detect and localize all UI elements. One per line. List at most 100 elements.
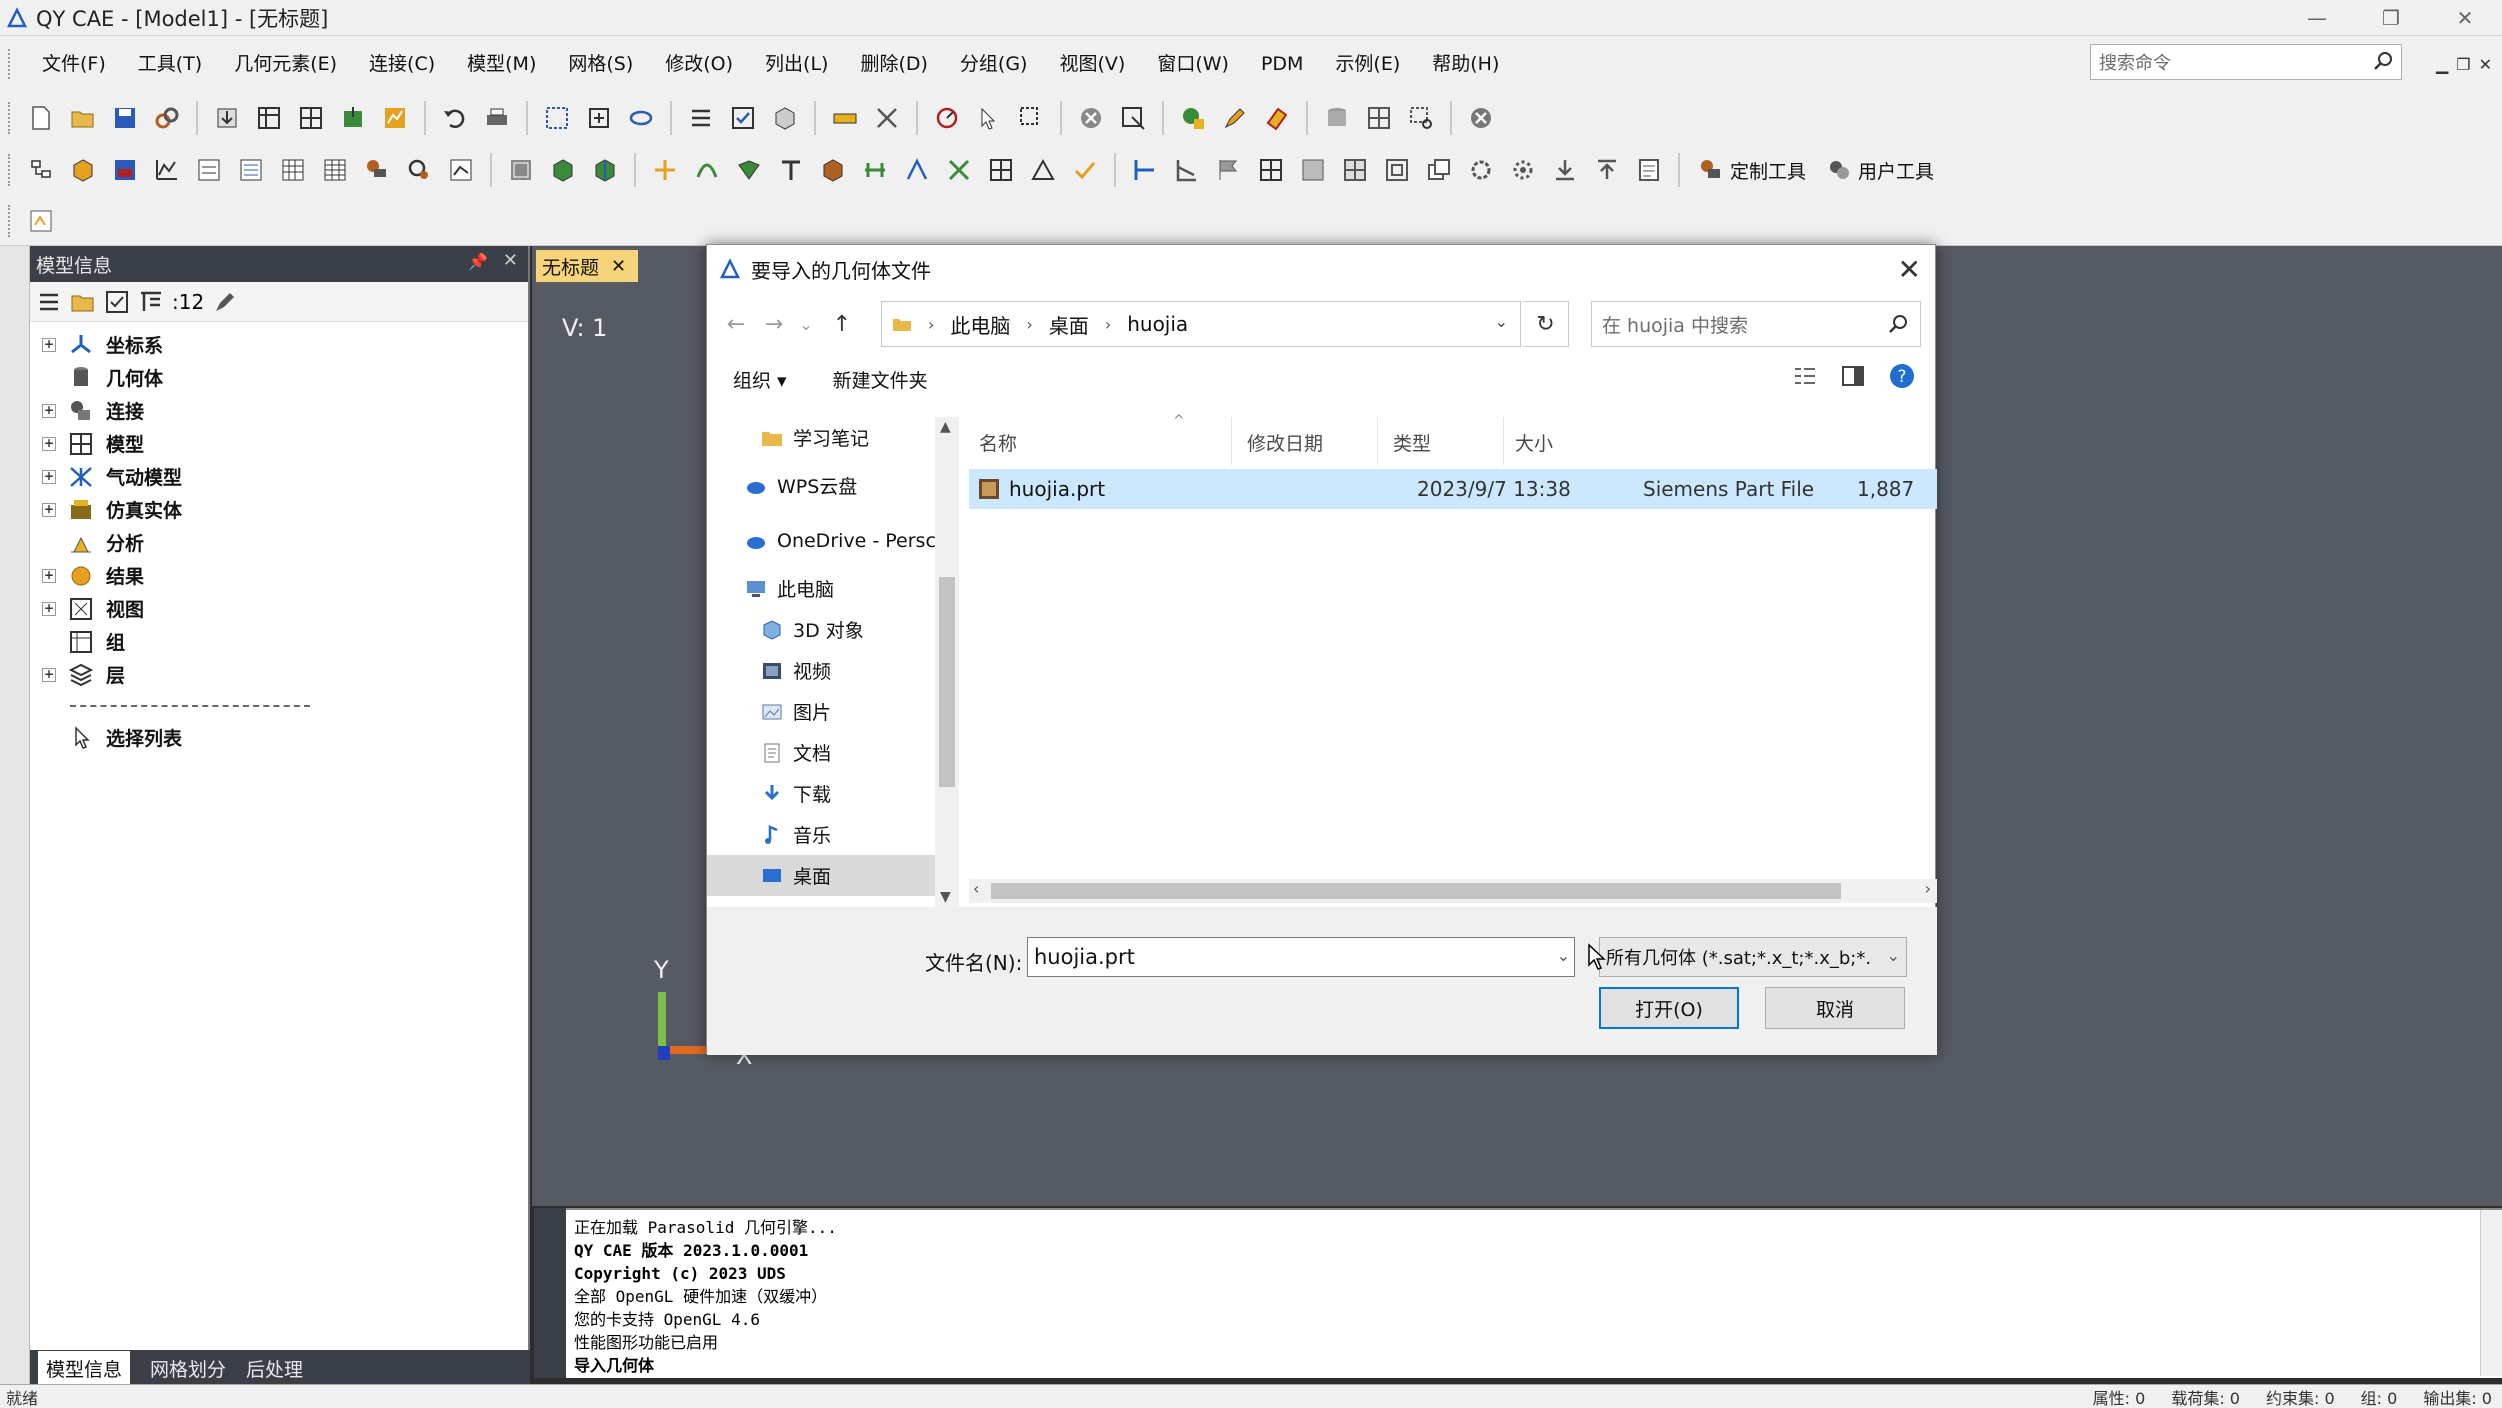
download-tool-icon[interactable] xyxy=(1547,152,1583,188)
chevron-down-icon[interactable]: ⌄ xyxy=(1887,946,1900,965)
select-icon[interactable] xyxy=(539,100,575,136)
tree-item-model[interactable]: + 模型 xyxy=(30,427,528,460)
nav-item-videos[interactable]: 视频 xyxy=(707,650,961,691)
tree-item-selection-list[interactable]: 选择列表 xyxy=(30,721,528,754)
dialog-close-icon[interactable]: ✕ xyxy=(1898,253,1921,286)
entity-icon[interactable] xyxy=(503,152,539,188)
frame-icon[interactable] xyxy=(1253,152,1289,188)
menu-window[interactable]: 窗口(W) xyxy=(1141,36,1245,92)
menu-model[interactable]: 模型(M) xyxy=(451,36,552,92)
tree-item-analysis[interactable]: 分析 xyxy=(30,526,528,559)
check-icon[interactable] xyxy=(725,100,761,136)
measure-icon[interactable] xyxy=(929,100,965,136)
nav-scroll-thumb[interactable] xyxy=(939,577,955,787)
filename-input[interactable]: huojia.prt ⌄ xyxy=(1027,937,1575,977)
cancel-op-icon[interactable] xyxy=(1073,100,1109,136)
menu-connect[interactable]: 连接(C) xyxy=(353,36,451,92)
nav-item-3d-objects[interactable]: 3D 对象 xyxy=(707,609,961,650)
tree-brush-icon[interactable] xyxy=(212,289,238,315)
gear-icon[interactable] xyxy=(1505,152,1541,188)
nav-item-study-notes[interactable]: 学习笔记 xyxy=(707,417,961,458)
text-icon[interactable] xyxy=(773,152,809,188)
rotate-icon[interactable] xyxy=(623,100,659,136)
menu-mesh[interactable]: 网格(S) xyxy=(552,36,649,92)
organize-button[interactable]: 组织 ▾ xyxy=(733,366,787,393)
eraser-icon[interactable] xyxy=(1259,100,1295,136)
print-icon[interactable] xyxy=(479,100,515,136)
folder-search-input[interactable]: 在 huojia 中搜索 xyxy=(1591,301,1921,347)
triangle-icon[interactable] xyxy=(1025,152,1061,188)
file-list-hscrollbar[interactable]: ‹ › xyxy=(969,879,1937,903)
undo-icon[interactable] xyxy=(437,100,473,136)
view-options-icon[interactable] xyxy=(1793,365,1817,387)
command-search-input[interactable]: 搜索命令 xyxy=(2090,44,2402,80)
expand-icon[interactable]: + xyxy=(42,337,56,352)
breadcrumb-desktop[interactable]: 桌面 xyxy=(1049,310,1089,339)
cross-icon[interactable] xyxy=(941,152,977,188)
settings-icon[interactable] xyxy=(1463,152,1499,188)
hscroll-thumb[interactable] xyxy=(991,883,1841,899)
column-name[interactable]: 名称 xyxy=(979,429,1017,456)
volume-icon[interactable] xyxy=(815,152,851,188)
mesh-tool-icon[interactable] xyxy=(587,152,623,188)
split-icon[interactable] xyxy=(1379,152,1415,188)
add-node-icon[interactable] xyxy=(581,100,617,136)
user-tools-button[interactable]: 用户工具 xyxy=(1826,157,1934,184)
help-icon[interactable]: ? xyxy=(1889,363,1915,389)
search-geom-icon[interactable] xyxy=(401,152,437,188)
nav-item-desktop[interactable]: 桌面 xyxy=(707,855,935,896)
tree-item-views[interactable]: + 视图 xyxy=(30,592,528,625)
import-icon[interactable] xyxy=(209,100,245,136)
scroll-left-icon[interactable]: ‹ xyxy=(973,879,979,898)
expand-icon[interactable]: + xyxy=(42,502,56,517)
close-panel-icon[interactable]: ✕ xyxy=(503,250,518,271)
expand-icon[interactable]: + xyxy=(42,667,56,682)
scroll-down-icon[interactable]: ▼ xyxy=(940,889,951,905)
new-file-icon[interactable] xyxy=(23,100,59,136)
node-icon[interactable] xyxy=(899,152,935,188)
check-mesh-icon[interactable] xyxy=(1067,152,1103,188)
curve-icon[interactable] xyxy=(689,152,725,188)
menu-group[interactable]: 分组(G) xyxy=(944,36,1044,92)
box-select-icon[interactable] xyxy=(1013,100,1049,136)
nav-scrollbar[interactable]: ▲ ▼ xyxy=(935,417,959,907)
property-icon[interactable] xyxy=(107,152,143,188)
close-icon[interactable]: ✕ xyxy=(2428,0,2502,36)
tree-item-connections[interactable]: + 连接 xyxy=(30,394,528,427)
constraint-icon[interactable] xyxy=(275,152,311,188)
chart-icon[interactable] xyxy=(377,100,413,136)
custom-tools-button[interactable]: 定制工具 xyxy=(1698,157,1806,184)
nav-item-downloads[interactable]: 下载 xyxy=(707,773,961,814)
nav-item-onedrive[interactable]: OneDrive - Persc xyxy=(707,513,961,568)
align-step-icon[interactable] xyxy=(1169,152,1205,188)
coord-icon[interactable] xyxy=(191,152,227,188)
console-scrollbar[interactable] xyxy=(2480,1210,2502,1376)
snap-icon[interactable] xyxy=(1115,100,1151,136)
scroll-right-icon[interactable]: › xyxy=(1925,879,1931,898)
close-tab-icon[interactable]: ✕ xyxy=(611,256,626,277)
search-icon[interactable] xyxy=(2371,49,2395,73)
function-icon[interactable] xyxy=(149,152,185,188)
file-row-huojia[interactable]: huojia.prt 2023/9/7 13:38 Siemens Part F… xyxy=(969,469,1937,509)
column-type[interactable]: 类型 xyxy=(1393,429,1431,456)
nav-item-music[interactable]: 音乐 xyxy=(707,814,961,855)
menu-view[interactable]: 视图(V) xyxy=(1043,36,1141,92)
expand-icon[interactable]: + xyxy=(42,436,56,451)
menu-tools[interactable]: 工具(T) xyxy=(122,36,218,92)
mdi-close-icon[interactable]: ✕ xyxy=(2479,55,2492,74)
nav-item-wps-cloud[interactable]: WPS云盘 xyxy=(707,458,961,513)
restore-icon[interactable]: ❐ xyxy=(2354,0,2428,36)
table-grid-icon[interactable] xyxy=(317,152,353,188)
expand-icon[interactable]: + xyxy=(42,469,56,484)
expand-icon[interactable]: + xyxy=(42,403,56,418)
element-grid-icon[interactable] xyxy=(983,152,1019,188)
back-arrow-icon[interactable]: ← xyxy=(717,305,755,343)
expand-icon[interactable]: + xyxy=(42,601,56,616)
new-folder-button[interactable]: 新建文件夹 xyxy=(833,366,928,393)
breadcrumb-huojia[interactable]: huojia xyxy=(1127,312,1188,336)
upload-tool-icon[interactable] xyxy=(1589,152,1625,188)
font-size-label[interactable]: :12 xyxy=(172,290,204,314)
tree-item-aero-model[interactable]: + 气动模型 xyxy=(30,460,528,493)
table-icon[interactable] xyxy=(251,100,287,136)
column-modified[interactable]: 修改日期 xyxy=(1247,429,1323,456)
